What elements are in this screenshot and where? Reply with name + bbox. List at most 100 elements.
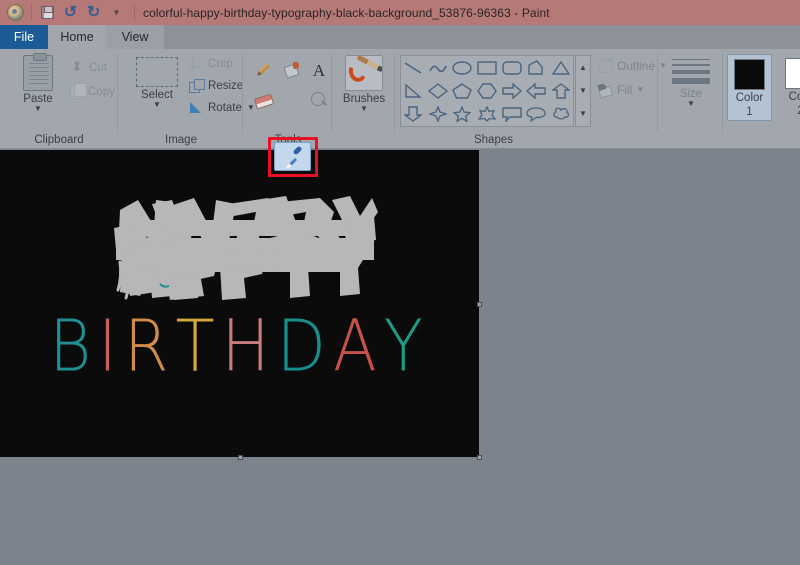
shape-cloud-callout[interactable] <box>548 103 573 126</box>
shape-right-triangle[interactable] <box>401 79 426 102</box>
image-canvas[interactable]: BIRTHDAY <box>0 150 479 457</box>
copy-label: Copy <box>88 86 115 98</box>
shape-down-arrow[interactable] <box>401 103 426 126</box>
clipboard-group-label: Clipboard <box>34 134 84 146</box>
scroll-up-icon[interactable]: ▲ <box>579 63 587 72</box>
color2-swatch[interactable] <box>785 58 800 89</box>
redo-icon[interactable]: ↺ <box>82 2 105 24</box>
window-title: colorful-happy-birthday-typography-black… <box>143 5 550 20</box>
brushes-chevron-down-icon[interactable]: ▼ <box>341 105 387 113</box>
shape-rectangular-callout[interactable] <box>499 103 524 126</box>
shape-four-point-star[interactable] <box>426 103 451 126</box>
size-chevron-down-icon[interactable]: ▼ <box>669 100 713 108</box>
image-group-label: Image <box>165 134 197 146</box>
cut-label: Cut <box>89 62 107 74</box>
copy-button[interactable]: Copy <box>70 83 115 99</box>
eraser-icon <box>255 94 272 106</box>
fill-label: Fill <box>617 83 633 97</box>
canvas-resize-handle-bottom[interactable] <box>238 455 243 460</box>
color2-index: 2 <box>778 105 800 117</box>
group-divider <box>394 54 395 132</box>
save-icon[interactable] <box>36 2 59 24</box>
shape-diamond[interactable] <box>426 79 451 102</box>
magnifier-icon <box>310 91 328 109</box>
color2-label: Colo <box>788 91 800 103</box>
expand-shapes-icon[interactable]: ▼ <box>579 110 587 118</box>
shape-oval[interactable] <box>450 56 475 79</box>
shape-up-arrow[interactable] <box>548 79 573 102</box>
tool-eraser[interactable] <box>250 87 276 113</box>
canvas-resize-handle-right[interactable] <box>477 302 482 307</box>
fill-button[interactable]: Fill ▼ <box>598 83 644 97</box>
rotate-label: Rotate <box>208 101 242 114</box>
undo-icon[interactable]: ↺ <box>59 2 82 24</box>
shapes-group-label: Shapes <box>473 134 513 146</box>
clipboard-icon <box>23 53 53 91</box>
letter-a: A <box>332 305 384 389</box>
shape-rectangle[interactable] <box>475 56 500 79</box>
canvas-workspace[interactable]: BIRTHDAY <box>0 150 800 565</box>
paint-window: ↺ ↺ ▼ colorful-happy-birthday-typography… <box>0 0 800 565</box>
resize-label: Resize <box>208 79 244 92</box>
color1-button[interactable]: Color 1 <box>727 54 772 121</box>
quick-access-toolbar: ↺ ↺ ▼ <box>0 0 128 25</box>
crop-button[interactable]: Crop <box>189 57 233 70</box>
line-thickness-icon <box>672 59 710 84</box>
paste-button[interactable]: Paste ▼ <box>10 53 66 113</box>
outline-label: Outline <box>617 59 656 73</box>
ribbon-group-color2: Colo 2 <box>775 49 800 149</box>
tab-file[interactable]: File <box>0 25 48 49</box>
tool-color-picker[interactable] <box>274 142 311 171</box>
shape-hexagon[interactable] <box>475 79 500 102</box>
color2-button[interactable]: Colo 2 <box>778 54 800 119</box>
fill-can-icon <box>598 83 613 97</box>
paste-chevron-down-icon[interactable]: ▼ <box>10 105 66 113</box>
ribbon-group-shapes: ▲ ▼ ▼ Outline ▼ Fill ▼ Shapes <box>396 49 667 149</box>
select-button[interactable]: Select ▼ <box>127 57 187 109</box>
tab-view[interactable]: View <box>106 25 164 49</box>
shape-right-arrow[interactable] <box>499 79 524 102</box>
tool-text[interactable]: A <box>306 57 332 83</box>
tool-magnifier[interactable] <box>306 87 332 113</box>
select-chevron-down-icon[interactable]: ▼ <box>127 101 187 109</box>
scissors-icon <box>70 61 84 75</box>
size-button[interactable]: Size ▼ <box>669 59 713 108</box>
scroll-down-icon[interactable]: ▼ <box>579 86 587 95</box>
tool-fill-with-color[interactable] <box>278 57 304 83</box>
tool-pencil[interactable] <box>250 57 276 83</box>
letter-r: R <box>123 305 176 389</box>
color1-label: Color <box>735 92 764 104</box>
birthday-text: BIRTHDAY <box>0 306 479 389</box>
shape-left-arrow[interactable] <box>524 79 549 102</box>
crop-label: Crop <box>208 57 233 70</box>
shape-rounded-callout[interactable] <box>524 103 549 126</box>
shape-six-point-star[interactable] <box>475 103 500 126</box>
cut-button[interactable]: Cut <box>70 61 107 75</box>
paint-logo-icon[interactable] <box>4 2 27 24</box>
color1-index: 1 <box>746 106 753 118</box>
copy-icon <box>70 83 87 99</box>
resize-button[interactable]: Resize <box>189 79 244 93</box>
crop-icon <box>189 57 203 70</box>
letter-y: Y <box>383 305 430 389</box>
ribbon-group-tools: A Tools <box>244 49 332 149</box>
fill-chevron-down-icon[interactable]: ▼ <box>636 86 644 94</box>
shape-line[interactable] <box>401 56 426 79</box>
shape-triangle[interactable] <box>548 56 573 79</box>
shape-rounded-rectangle[interactable] <box>499 56 524 79</box>
letter-h: H <box>221 305 277 389</box>
shape-five-point-star[interactable] <box>450 103 475 126</box>
shape-pentagon[interactable] <box>450 79 475 102</box>
shapes-scrollbar[interactable]: ▲ ▼ ▼ <box>575 55 591 127</box>
selection-rectangle-icon <box>136 57 178 87</box>
shape-polygon[interactable] <box>524 56 549 79</box>
customize-qat-chevron-icon[interactable]: ▼ <box>105 2 128 24</box>
ribbon-group-clipboard: Paste ▼ Cut Copy Clipboard <box>0 49 118 149</box>
color1-swatch[interactable] <box>734 59 765 90</box>
canvas-resize-handle-corner[interactable] <box>477 455 482 460</box>
tab-home[interactable]: Home <box>48 25 106 49</box>
letter-d: D <box>276 305 333 389</box>
ribbon-group-brushes: Brushes ▼ <box>333 49 395 149</box>
shape-curve[interactable] <box>426 56 451 79</box>
brushes-button[interactable]: Brushes ▼ <box>341 55 387 113</box>
